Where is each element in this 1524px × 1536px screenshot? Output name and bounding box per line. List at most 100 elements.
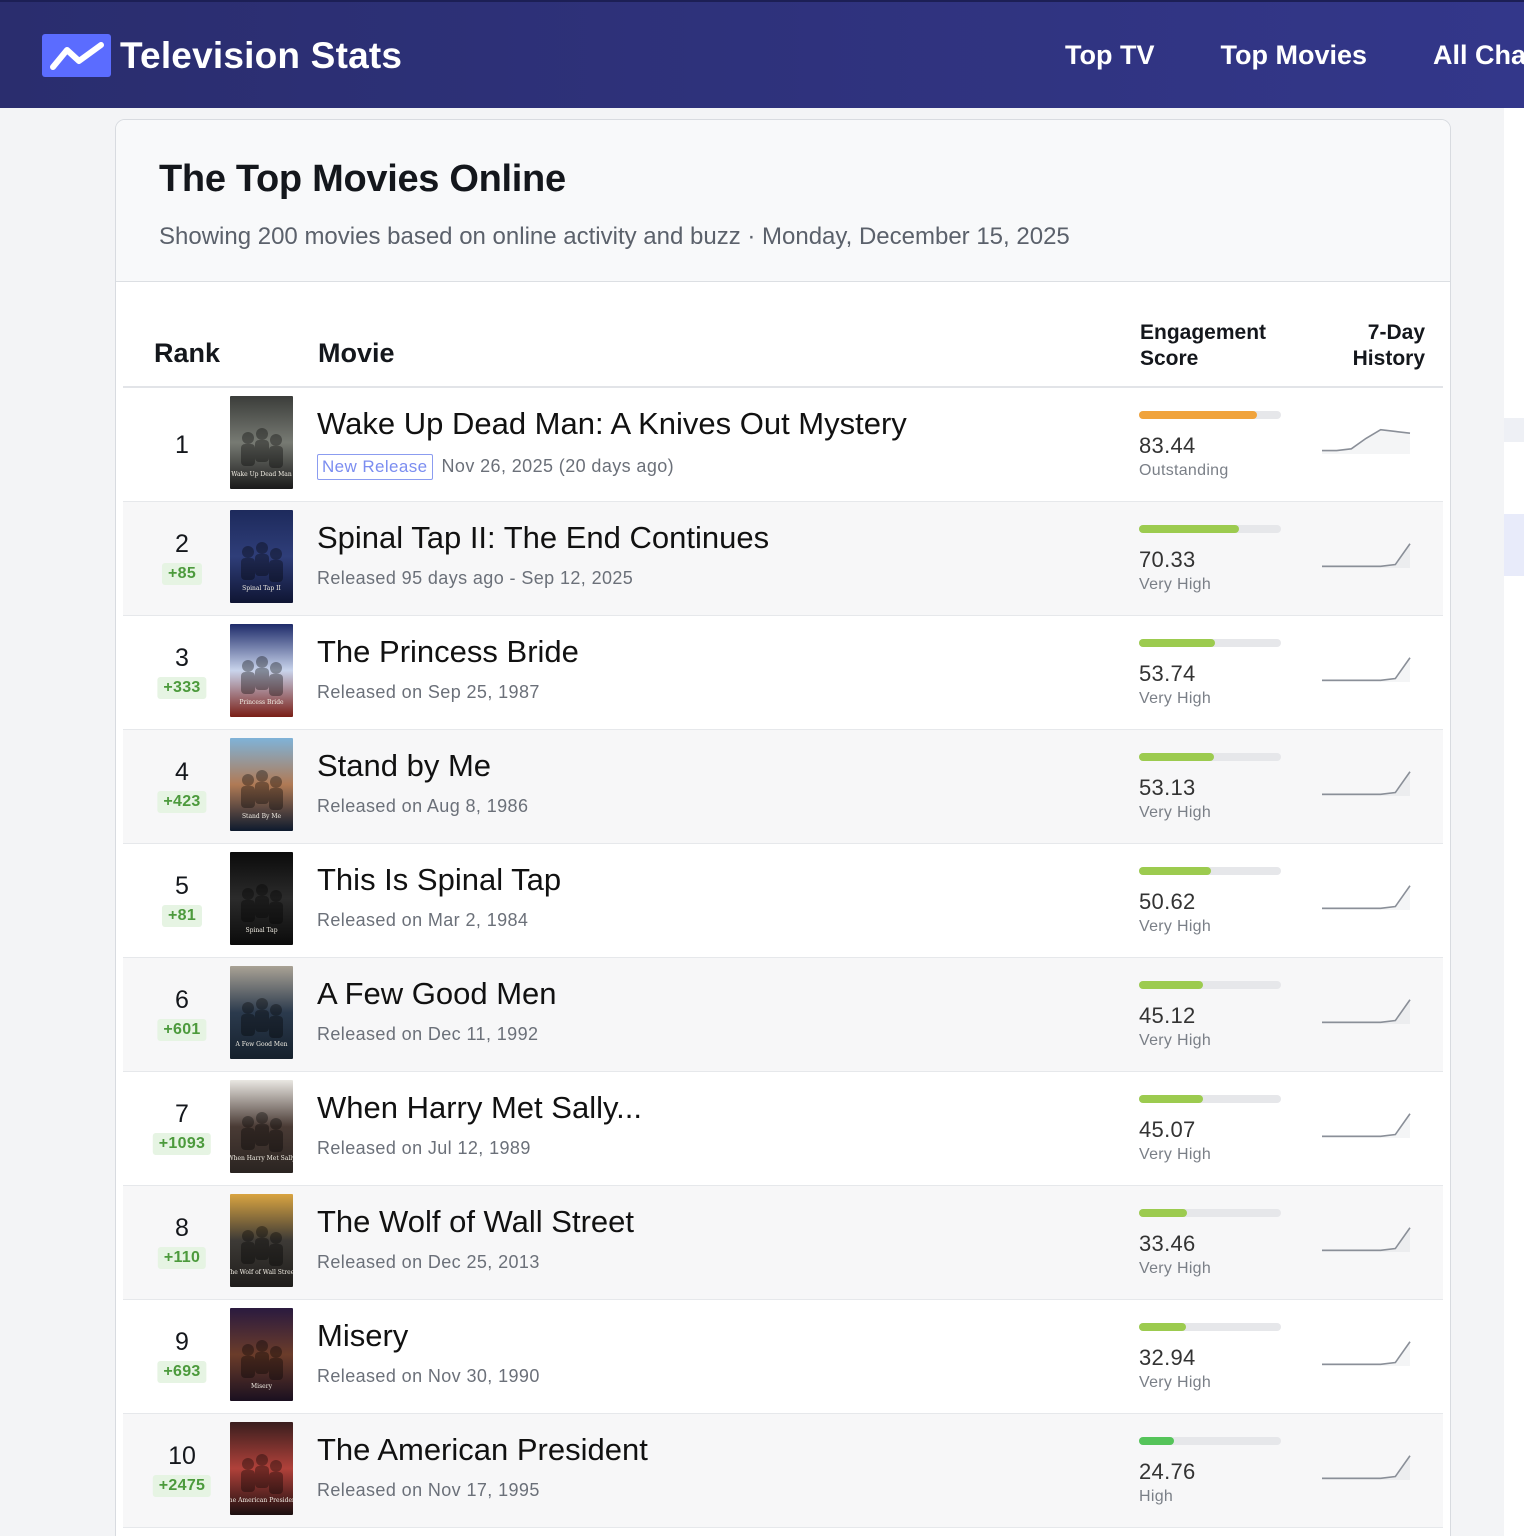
side-panel-item[interactable] <box>1504 418 1524 442</box>
poster-title-text: Stand By Me <box>242 813 282 820</box>
movie-title-link[interactable]: The Princess Bride <box>317 634 579 670</box>
brand[interactable]: Television Stats <box>42 34 402 77</box>
release-info: Released on Dec 11, 1992 <box>317 1024 538 1045</box>
table-row[interactable]: 1 Wake Up Dead Man Wake Up Dead Man: A Kni… <box>123 388 1443 502</box>
history-sparkline[interactable] <box>1320 768 1412 798</box>
table-row[interactable]: 5 +81 Spinal Tap This Is Spinal Tap Released… <box>123 844 1443 958</box>
release-date-text: Released on Dec 11, 1992 <box>317 1024 539 1044</box>
trend-line-icon <box>42 34 111 77</box>
engagement-bar-track <box>1139 1095 1281 1103</box>
rank-number: 8 <box>175 1214 189 1242</box>
rank-change-badge: +85 <box>161 563 203 585</box>
movie-poster[interactable]: When Harry Met Sally <box>230 1080 293 1173</box>
engagement-score-value: 33.46 <box>1139 1231 1196 1256</box>
table-row[interactable]: 2 +85 Spinal Tap II Spinal Tap II: The End … <box>123 502 1443 616</box>
header-engagement-score[interactable]: Engagement Score <box>1140 320 1266 372</box>
engagement-level-label: Very High <box>1139 1374 1212 1391</box>
engagement-bar-fill <box>1139 1209 1187 1217</box>
right-side-panel <box>1504 108 1524 1536</box>
table-header: Rank Movie Engagement Score 7-Day Histor… <box>123 310 1443 388</box>
release-date-text: Released on Mar 2, 1984 <box>317 910 529 930</box>
release-info: Released on Nov 17, 1995 <box>317 1480 540 1501</box>
rank-change-badge: +110 <box>157 1247 207 1269</box>
sparkline-line <box>1322 1455 1411 1480</box>
nav-top-movies[interactable]: Top Movies <box>1220 40 1367 71</box>
history-sparkline[interactable] <box>1320 882 1412 912</box>
poster-title-text: The American President <box>230 1497 293 1504</box>
movie-title-link[interactable]: Stand by Me <box>317 748 491 784</box>
engagement-score-value: 53.13 <box>1139 775 1196 800</box>
release-date-text: Nov 26, 2025 (20 days ago) <box>441 456 675 476</box>
table-row[interactable]: 4 +423 Stand By Me Stand by Me Released on A… <box>123 730 1443 844</box>
movie-poster[interactable]: A Few Good Men <box>230 966 293 1059</box>
engagement-level-label: Very High <box>1139 1260 1212 1277</box>
nav-top-tv[interactable]: Top TV <box>1065 40 1154 71</box>
poster-title-text: When Harry Met Sally <box>230 1155 293 1162</box>
rank-number: 6 <box>175 986 189 1014</box>
engagement-score-value: 70.33 <box>1139 547 1196 572</box>
engagement-level-label: High <box>1139 1488 1174 1505</box>
sparkline-line <box>1322 657 1411 682</box>
table-row[interactable]: 8 +110 The Wolf of Wall Street The Wolf of … <box>123 1186 1443 1300</box>
movie-poster[interactable]: Spinal Tap <box>230 852 293 945</box>
top-navigation-bar: Television Stats Top TV Top Movies All C… <box>0 0 1524 108</box>
rank-cell: 7 +1093 <box>123 1072 241 1186</box>
history-sparkline[interactable] <box>1320 1452 1412 1482</box>
rank-change-badge: +601 <box>157 1019 207 1041</box>
poster-title-text: A Few Good Men <box>235 1041 288 1048</box>
page-subtitle: Showing 200 movies based on online activ… <box>159 223 1070 250</box>
header-rank[interactable]: Rank <box>154 338 220 369</box>
top-movies-card: The Top Movies Online Showing 200 movies… <box>115 119 1451 1536</box>
header-movie[interactable]: Movie <box>318 338 395 369</box>
history-sparkline[interactable] <box>1320 540 1412 570</box>
side-panel-item-active[interactable] <box>1504 514 1524 576</box>
movie-title-link[interactable]: The Wolf of Wall Street <box>317 1204 634 1240</box>
sparkline-area <box>1322 885 1410 910</box>
engagement-bar-track <box>1139 1209 1281 1217</box>
rank-number: 7 <box>175 1100 189 1128</box>
movie-title-link[interactable]: Wake Up Dead Man: A Knives Out Mystery <box>317 406 907 442</box>
movie-title-link[interactable]: When Harry Met Sally... <box>317 1090 642 1126</box>
sparkline-area <box>1322 771 1410 796</box>
history-sparkline[interactable] <box>1320 996 1412 1026</box>
release-date-text: Released on Sep 25, 1987 <box>317 682 540 702</box>
engagement-bar-fill <box>1139 525 1239 533</box>
table-row[interactable]: 3 +333 Princess Bride The Princess Bride Rel… <box>123 616 1443 730</box>
movie-title-link[interactable]: The American President <box>317 1432 648 1468</box>
sparkline-area <box>1322 999 1410 1024</box>
history-sparkline[interactable] <box>1320 654 1412 684</box>
history-sparkline[interactable] <box>1320 1110 1412 1140</box>
release-info: Released on Jul 12, 1989 <box>317 1138 531 1159</box>
engagement-level-label: Very High <box>1139 576 1212 593</box>
rank-number: 9 <box>175 1328 189 1356</box>
movie-poster[interactable]: Stand By Me <box>230 738 293 831</box>
engagement-score-value: 83.44 <box>1139 433 1196 458</box>
table-row[interactable]: 6 +601 A Few Good Men A Few Good Men Release… <box>123 958 1443 1072</box>
header-7-day-history[interactable]: 7-Day History <box>1313 320 1425 372</box>
movie-title-link[interactable]: Misery <box>317 1318 408 1354</box>
release-date-text: Released on Nov 17, 1995 <box>317 1480 540 1500</box>
movie-poster[interactable]: Wake Up Dead Man <box>230 396 293 489</box>
history-sparkline[interactable] <box>1320 1224 1412 1254</box>
rank-change-badge: +333 <box>157 677 207 699</box>
engagement-score-value: 24.76 <box>1139 1459 1196 1484</box>
movie-title-link[interactable]: This Is Spinal Tap <box>317 862 561 898</box>
movie-poster[interactable]: Spinal Tap II <box>230 510 293 603</box>
nav-all-charts[interactable]: All Char <box>1433 40 1524 71</box>
movie-poster[interactable]: Princess Bride <box>230 624 293 717</box>
rank-number: 5 <box>175 872 189 900</box>
table-row[interactable]: 10 +2475 The American President The America… <box>123 1414 1443 1528</box>
movie-title-link[interactable]: A Few Good Men <box>317 976 557 1012</box>
movie-poster[interactable]: Misery <box>230 1308 293 1401</box>
rank-change-badge: +2475 <box>152 1475 212 1497</box>
table-row[interactable]: 9 +693 Misery Misery Released on Nov 30, 199… <box>123 1300 1443 1414</box>
history-sparkline[interactable] <box>1320 1338 1412 1368</box>
engagement-bar-track <box>1139 639 1281 647</box>
history-sparkline[interactable] <box>1320 426 1412 456</box>
table-row[interactable]: 7 +1093 When Harry Met Sally When Harry Met… <box>123 1072 1443 1186</box>
engagement-bar-track <box>1139 981 1281 989</box>
movie-poster[interactable]: The American President <box>230 1422 293 1515</box>
movie-poster[interactable]: The Wolf of Wall Street <box>230 1194 293 1287</box>
engagement-level-label: Very High <box>1139 690 1212 707</box>
movie-title-link[interactable]: Spinal Tap II: The End Continues <box>317 520 769 556</box>
